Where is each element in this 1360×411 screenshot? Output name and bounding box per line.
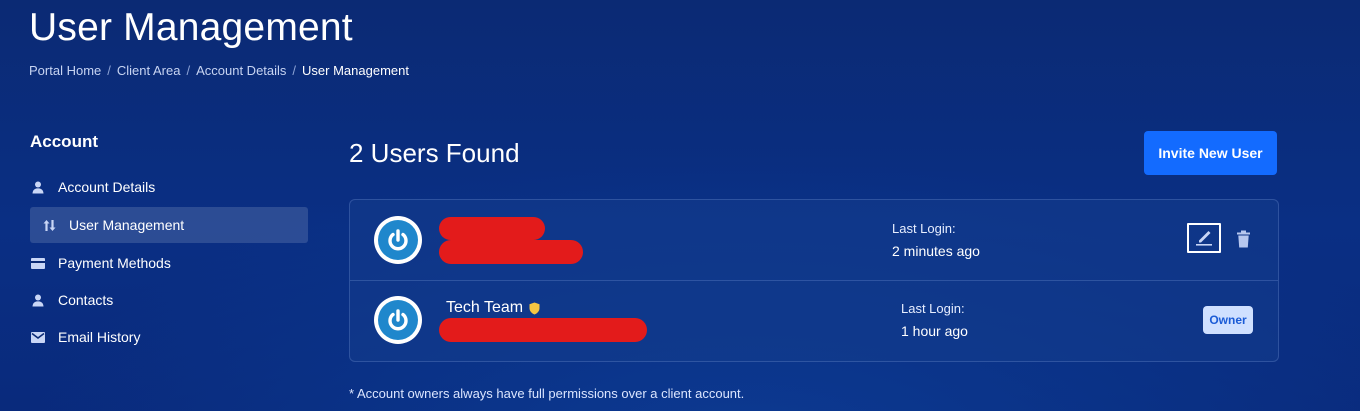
last-login: Last Login: 1 hour ago [901, 302, 968, 338]
user-icon [30, 179, 46, 195]
users-found-heading: 2 Users Found [349, 138, 520, 168]
invite-new-user-button[interactable]: Invite New User [1144, 131, 1277, 175]
user-name-text: Tech Team [446, 299, 524, 316]
breadcrumb-current: User Management [302, 63, 409, 78]
redacted-email [439, 240, 583, 264]
trash-icon [1236, 230, 1251, 251]
user-row[interactable]: Tech Team Last Login: 1 hour ago Owner [350, 280, 1278, 360]
sidebar-item-email-history[interactable]: Email History [30, 320, 308, 354]
sidebar-item-label: User Management [69, 217, 185, 233]
sidebar-item-label: Contacts [58, 292, 114, 308]
owner-badge: Owner [1203, 306, 1253, 334]
edit-user-button[interactable] [1187, 223, 1221, 253]
power-icon [388, 309, 408, 331]
envelope-icon [30, 329, 46, 345]
sidebar-heading: Account [30, 132, 98, 151]
shield-icon [529, 302, 540, 315]
sidebar-item-account-details[interactable]: Account Details [30, 170, 308, 204]
user-row[interactable]: Last Login: 2 minutes ago [350, 200, 1278, 281]
breadcrumb-separator: / [186, 63, 191, 78]
last-login-label: Last Login: [892, 221, 956, 236]
breadcrumb: Portal Home / Client Area / Account Deta… [29, 63, 409, 78]
user-name: Tech Team [446, 299, 540, 317]
last-login: Last Login: 2 minutes ago [892, 222, 980, 258]
avatar [374, 296, 422, 344]
avatar [374, 216, 422, 264]
last-login-value: 2 minutes ago [892, 243, 980, 259]
breadcrumb-portal-home[interactable]: Portal Home [29, 63, 101, 78]
sort-arrows-icon [41, 217, 57, 233]
sidebar-item-payment-methods[interactable]: Payment Methods [30, 246, 308, 280]
page: User Management Portal Home / Client Are… [0, 0, 1360, 411]
user-list: Last Login: 2 minutes ago Tech Team Last… [349, 199, 1279, 362]
page-title: User Management [29, 6, 353, 49]
last-login-label: Last Login: [901, 301, 965, 316]
power-icon [388, 229, 408, 251]
footnote: * Account owners always have full permis… [349, 386, 745, 401]
edit-icon [1194, 228, 1214, 249]
delete-user-button[interactable] [1232, 228, 1254, 252]
sidebar: Account Account Details User Management … [30, 132, 308, 357]
redacted-name [439, 217, 545, 240]
sidebar-item-user-management[interactable]: User Management [30, 207, 308, 243]
sidebar-item-label: Account Details [58, 179, 156, 195]
sidebar-item-label: Payment Methods [58, 255, 171, 271]
credit-card-icon [30, 255, 46, 271]
sidebar-item-contacts[interactable]: Contacts [30, 283, 308, 317]
breadcrumb-client-area[interactable]: Client Area [117, 63, 181, 78]
sidebar-item-label: Email History [58, 329, 141, 345]
user-icon [30, 292, 46, 308]
redacted-email [439, 318, 647, 342]
breadcrumb-account-details[interactable]: Account Details [196, 63, 286, 78]
breadcrumb-separator: / [107, 63, 111, 78]
breadcrumb-separator: / [292, 63, 297, 78]
last-login-value: 1 hour ago [901, 323, 968, 339]
